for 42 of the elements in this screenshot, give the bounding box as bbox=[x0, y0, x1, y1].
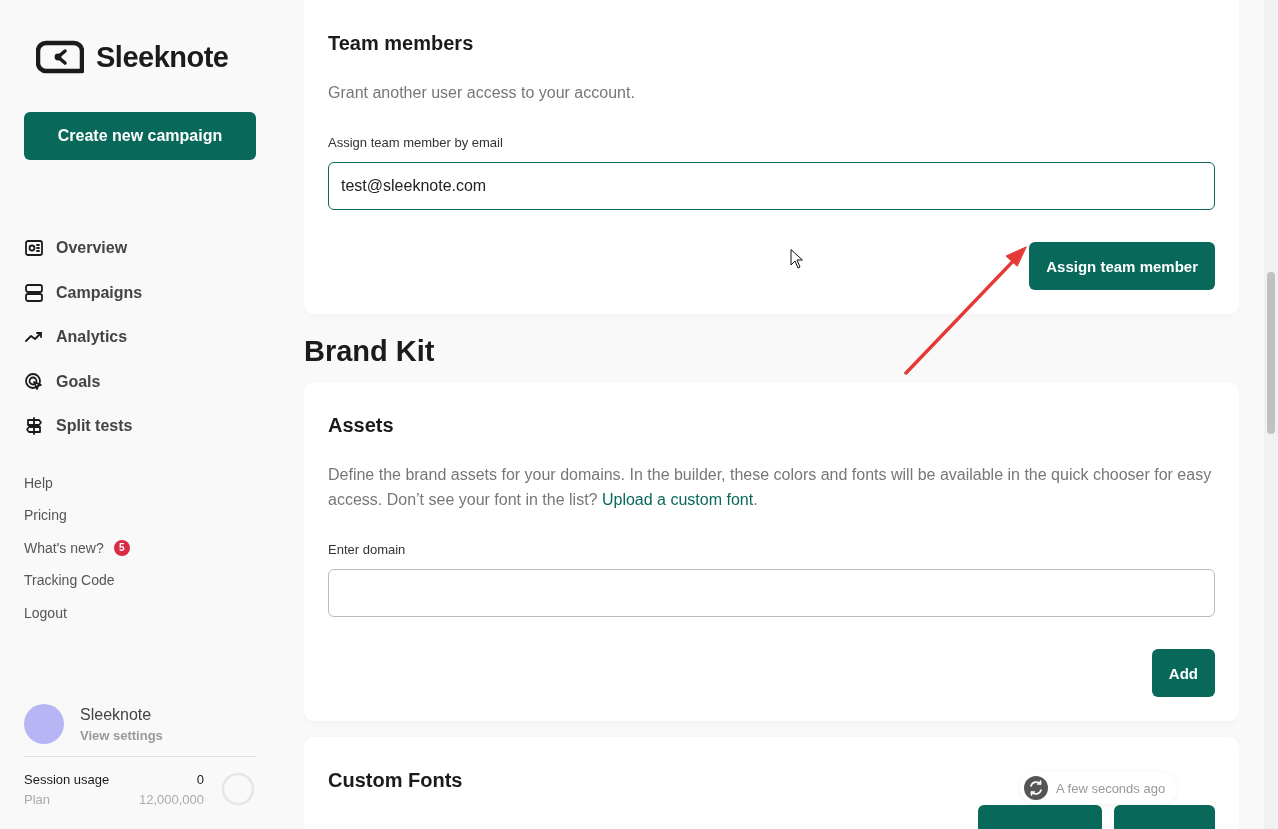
sidebar-link[interactable]: Tracking Code bbox=[24, 572, 115, 589]
nav-item[interactable]: Overview bbox=[24, 226, 280, 271]
refresh-icon bbox=[1024, 776, 1048, 800]
logo-text: Sleeknote bbox=[96, 40, 229, 74]
section-heading: Brand Kit bbox=[304, 336, 436, 366]
nav-item[interactable]: Split tests bbox=[24, 404, 280, 449]
cursor-icon bbox=[790, 249, 804, 269]
card-title: Custom Fonts bbox=[328, 768, 463, 793]
field-label: Enter domain bbox=[328, 542, 407, 557]
signpost-icon bbox=[24, 416, 44, 437]
sidebar-link[interactable]: Help bbox=[24, 474, 53, 491]
dashboard-icon bbox=[24, 238, 44, 259]
card-title: Assets bbox=[328, 413, 394, 438]
custom-font-link[interactable]: Upload a custom font bbox=[601, 491, 754, 508]
card-description: Grant another user access to your account. bbox=[328, 83, 636, 103]
create-campaign-button[interactable]: Create new campaign bbox=[24, 112, 256, 160]
card-title: Team members bbox=[328, 31, 474, 56]
sidebar-link[interactable]: What's new? bbox=[24, 539, 104, 556]
scrollbar[interactable] bbox=[1264, 0, 1278, 829]
add-button[interactable]: Add bbox=[1151, 649, 1215, 697]
scrollbar-thumb[interactable] bbox=[1267, 272, 1275, 434]
nav-item[interactable]: Campaigns bbox=[24, 270, 280, 315]
account-name: Sleeknote bbox=[80, 705, 153, 724]
toast-text: A few seconds ago bbox=[1056, 780, 1166, 796]
logo-icon bbox=[36, 40, 84, 74]
usage-label: Session usage bbox=[24, 771, 111, 787]
nav-item[interactable]: Analytics bbox=[24, 315, 280, 360]
sidebar-link[interactable]: Pricing bbox=[24, 507, 67, 524]
card-description: Define the brand assets for your domains. In the builder, these colors and fonts will be available in the quick chooser for easy access. Don’t see your font in the list? Upload a custom font. bbox=[328, 465, 1213, 510]
field-label: Assign team member by email bbox=[328, 135, 504, 150]
nav-item[interactable]: Goals bbox=[24, 359, 280, 404]
assign-team-member-button[interactable]: Assign team member bbox=[1029, 242, 1215, 290]
count-badge: 5 bbox=[113, 539, 130, 556]
plan-label: Plan bbox=[24, 791, 52, 807]
target-icon bbox=[24, 371, 44, 392]
sidebar-link[interactable]: Logout bbox=[24, 604, 67, 621]
avatar[interactable] bbox=[24, 704, 64, 744]
domain-field[interactable] bbox=[328, 569, 1215, 617]
usage-value: 0 bbox=[195, 771, 204, 787]
plan-value: 12,000,000 bbox=[138, 791, 204, 807]
email-field[interactable]: test@sleeknote.com bbox=[328, 162, 1215, 210]
stacked-rows-icon bbox=[24, 282, 44, 303]
